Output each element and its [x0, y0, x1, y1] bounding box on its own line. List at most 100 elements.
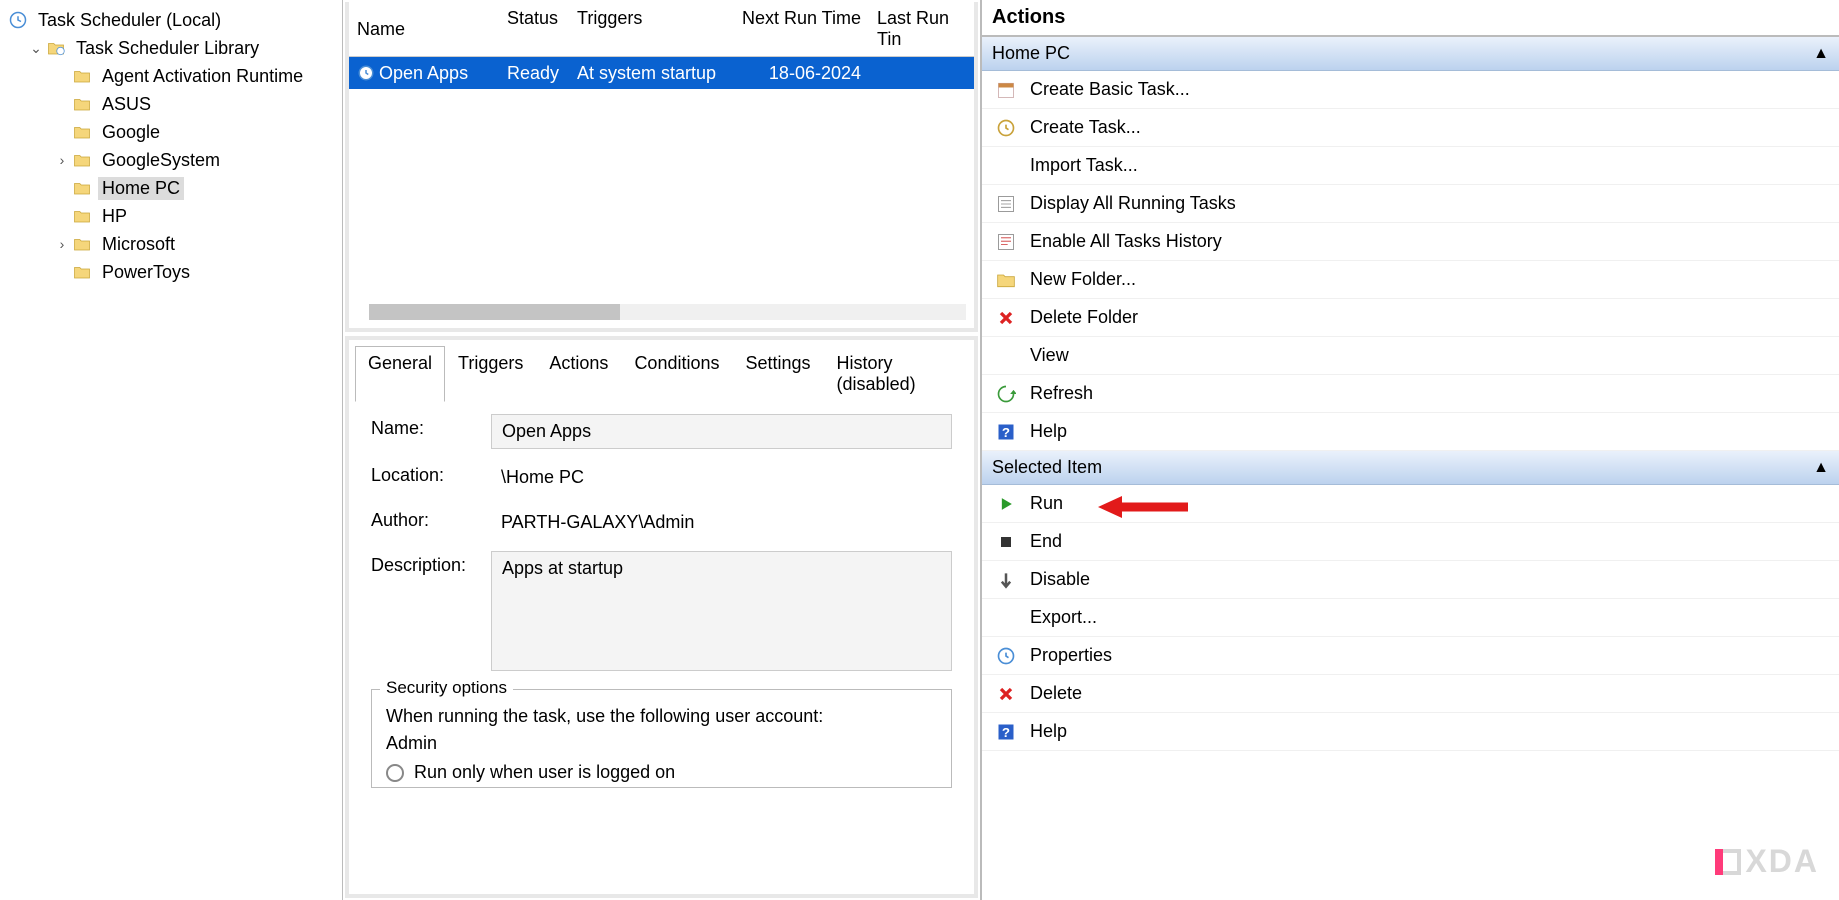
action-label: Create Basic Task...: [1030, 79, 1190, 100]
action-view[interactable]: View: [982, 337, 1839, 375]
action-label: Disable: [1030, 569, 1090, 590]
chevron-right-icon[interactable]: ›: [52, 236, 72, 252]
calendar-icon: [992, 80, 1020, 100]
tree-item-google[interactable]: Google: [4, 118, 338, 146]
radio-logged-on[interactable]: Run only when user is logged on: [386, 762, 937, 783]
tree-item-agent-activation-runtime[interactable]: Agent Activation Runtime: [4, 62, 338, 90]
action-label: Import Task...: [1030, 155, 1138, 176]
action-enable-all-tasks-history[interactable]: Enable All Tasks History: [982, 223, 1839, 261]
folder-icon: [72, 122, 92, 142]
col-nextrun[interactable]: Next Run Time: [729, 2, 869, 56]
folder-icon: [72, 178, 92, 198]
tree-item-label: ASUS: [98, 93, 155, 116]
tree-item-label: Google: [98, 121, 164, 144]
folder-icon: [72, 234, 92, 254]
col-status[interactable]: Status: [499, 2, 569, 56]
action-label: Delete Folder: [1030, 307, 1138, 328]
tree-item-powertoys[interactable]: PowerToys: [4, 258, 338, 286]
action-label: Create Task...: [1030, 117, 1141, 138]
play-icon: [992, 494, 1020, 514]
task-name: Open Apps: [379, 63, 468, 84]
actions-panel: Actions Home PC ▲ Create Basic Task... Cr…: [981, 0, 1839, 900]
chevron-right-icon[interactable]: ›: [52, 152, 72, 168]
tree-item-label: HP: [98, 205, 131, 228]
action-properties[interactable]: Properties: [982, 637, 1839, 675]
action-disable[interactable]: Disable: [982, 561, 1839, 599]
task-rows: Open Apps Ready At system startup 18-06-…: [349, 57, 974, 300]
stop-icon: [992, 532, 1020, 552]
action-create-task[interactable]: Create Task...: [982, 109, 1839, 147]
tab-conditions[interactable]: Conditions: [621, 346, 732, 402]
collapse-icon: ▲: [1813, 45, 1829, 63]
field-name[interactable]: [491, 414, 952, 449]
tab-actions[interactable]: Actions: [536, 346, 621, 402]
action-label: Refresh: [1030, 383, 1093, 404]
col-triggers[interactable]: Triggers: [569, 2, 729, 56]
folder-icon: [72, 66, 92, 86]
tree-item-label: PowerToys: [98, 261, 194, 284]
tree-item-asus[interactable]: ASUS: [4, 90, 338, 118]
action-delete-folder[interactable]: Delete Folder: [982, 299, 1839, 337]
label-description: Description:: [371, 551, 481, 576]
action-display-all-running-tasks[interactable]: Display All Running Tasks: [982, 185, 1839, 223]
action-label: Display All Running Tasks: [1030, 193, 1236, 214]
action-create-basic-task[interactable]: Create Basic Task...: [982, 71, 1839, 109]
horizontal-scrollbar[interactable]: [369, 304, 966, 320]
security-account: Admin: [386, 733, 937, 754]
section-home-pc[interactable]: Home PC ▲: [982, 37, 1839, 71]
action-help[interactable]: ?Help: [982, 713, 1839, 751]
clock-icon: [357, 64, 375, 82]
folder-icon: [72, 150, 92, 170]
tree-root-label: Task Scheduler (Local): [34, 9, 225, 32]
clock-icon: [8, 10, 28, 30]
delete-red-icon: [992, 684, 1020, 704]
action-label: Help: [1030, 421, 1067, 442]
section-selected-item[interactable]: Selected Item ▲: [982, 451, 1839, 485]
security-prompt: When running the task, use the following…: [386, 706, 937, 727]
action-refresh[interactable]: Refresh: [982, 375, 1839, 413]
tree-item-home-pc[interactable]: Home PC: [4, 174, 338, 202]
action-run[interactable]: Run: [982, 485, 1839, 523]
section2-label: Selected Item: [992, 457, 1102, 478]
field-description[interactable]: [491, 551, 952, 671]
task-list: Name Status Triggers Next Run Time Last …: [345, 2, 978, 332]
action-end[interactable]: End: [982, 523, 1839, 561]
tree-item-label: Agent Activation Runtime: [98, 65, 307, 88]
tab-history-disabled-[interactable]: History (disabled): [824, 346, 968, 402]
action-export[interactable]: Export...: [982, 599, 1839, 637]
task-row[interactable]: Open Apps Ready At system startup 18-06-…: [349, 57, 974, 89]
tab-general[interactable]: General: [355, 346, 445, 402]
tree-root[interactable]: Task Scheduler (Local): [4, 6, 338, 34]
tree-item-microsoft[interactable]: ›Microsoft: [4, 230, 338, 258]
col-lastrun[interactable]: Last Run Tin: [869, 2, 964, 56]
list-icon: [992, 194, 1020, 214]
action-delete[interactable]: Delete: [982, 675, 1839, 713]
radio-label: Run only when user is logged on: [414, 762, 675, 783]
field-location: \Home PC: [491, 461, 952, 494]
tree-library[interactable]: ⌄ Task Scheduler Library: [4, 34, 338, 62]
help-icon: ?: [992, 422, 1020, 442]
watermark-text: XDA: [1745, 843, 1819, 880]
center-panel: Name Status Triggers Next Run Time Last …: [343, 0, 981, 900]
folder-icon: [72, 206, 92, 226]
tree-item-googlesystem[interactable]: ›GoogleSystem: [4, 146, 338, 174]
folder-icon: [72, 262, 92, 282]
action-new-folder[interactable]: New Folder...: [982, 261, 1839, 299]
tree-item-hp[interactable]: HP: [4, 202, 338, 230]
collapse-icon: ▲: [1813, 459, 1829, 477]
action-import-task[interactable]: Import Task...: [982, 147, 1839, 185]
col-name[interactable]: Name: [349, 2, 499, 56]
disable-icon: [992, 570, 1020, 590]
tab-triggers[interactable]: Triggers: [445, 346, 536, 402]
action-label: Help: [1030, 721, 1067, 742]
action-label: Delete: [1030, 683, 1082, 704]
chevron-down-icon[interactable]: ⌄: [26, 40, 46, 57]
task-nextrun: 18-06-2024: [729, 63, 869, 84]
action-label: New Folder...: [1030, 269, 1136, 290]
action-help[interactable]: ? Help: [982, 413, 1839, 451]
security-options-group: Security options When running the task, …: [371, 689, 952, 788]
tab-settings[interactable]: Settings: [733, 346, 824, 402]
label-name: Name:: [371, 414, 481, 439]
actions-title: Actions: [982, 0, 1839, 37]
action-label: Export...: [1030, 607, 1097, 628]
